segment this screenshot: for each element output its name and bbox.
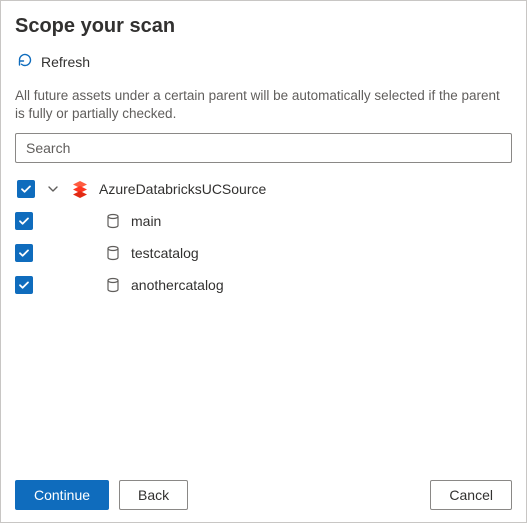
back-button[interactable]: Back bbox=[119, 480, 188, 510]
tree-row[interactable]: main bbox=[15, 205, 512, 237]
checkbox-item[interactable] bbox=[15, 276, 33, 294]
refresh-button[interactable]: Refresh bbox=[15, 48, 92, 81]
search-input[interactable] bbox=[15, 133, 512, 163]
tree-root-label: AzureDatabricksUCSource bbox=[99, 181, 266, 197]
tree-item-label: testcatalog bbox=[131, 245, 199, 261]
checkbox-root[interactable] bbox=[17, 180, 35, 198]
catalog-icon bbox=[105, 213, 121, 229]
databricks-icon bbox=[71, 180, 89, 198]
page-title: Scope your scan bbox=[15, 15, 512, 38]
tree-row[interactable]: anothercatalog bbox=[15, 269, 512, 301]
chevron-down-icon[interactable] bbox=[45, 181, 61, 197]
catalog-icon bbox=[105, 277, 121, 293]
catalog-icon bbox=[105, 245, 121, 261]
scope-scan-panel: Scope your scan Refresh All future asset… bbox=[0, 0, 527, 523]
refresh-label: Refresh bbox=[41, 54, 90, 70]
tree-item-label: anothercatalog bbox=[131, 277, 224, 293]
description-text: All future assets under a certain parent… bbox=[15, 87, 512, 123]
tree-root-row[interactable]: AzureDatabricksUCSource bbox=[15, 173, 512, 205]
checkbox-item[interactable] bbox=[15, 212, 33, 230]
footer-bar: Continue Back Cancel bbox=[15, 470, 512, 522]
tree-item-label: main bbox=[131, 213, 161, 229]
refresh-icon bbox=[17, 52, 33, 71]
asset-tree: AzureDatabricksUCSource main bbox=[15, 173, 512, 470]
checkbox-item[interactable] bbox=[15, 244, 33, 262]
cancel-button[interactable]: Cancel bbox=[430, 480, 512, 510]
continue-button[interactable]: Continue bbox=[15, 480, 109, 510]
tree-row[interactable]: testcatalog bbox=[15, 237, 512, 269]
